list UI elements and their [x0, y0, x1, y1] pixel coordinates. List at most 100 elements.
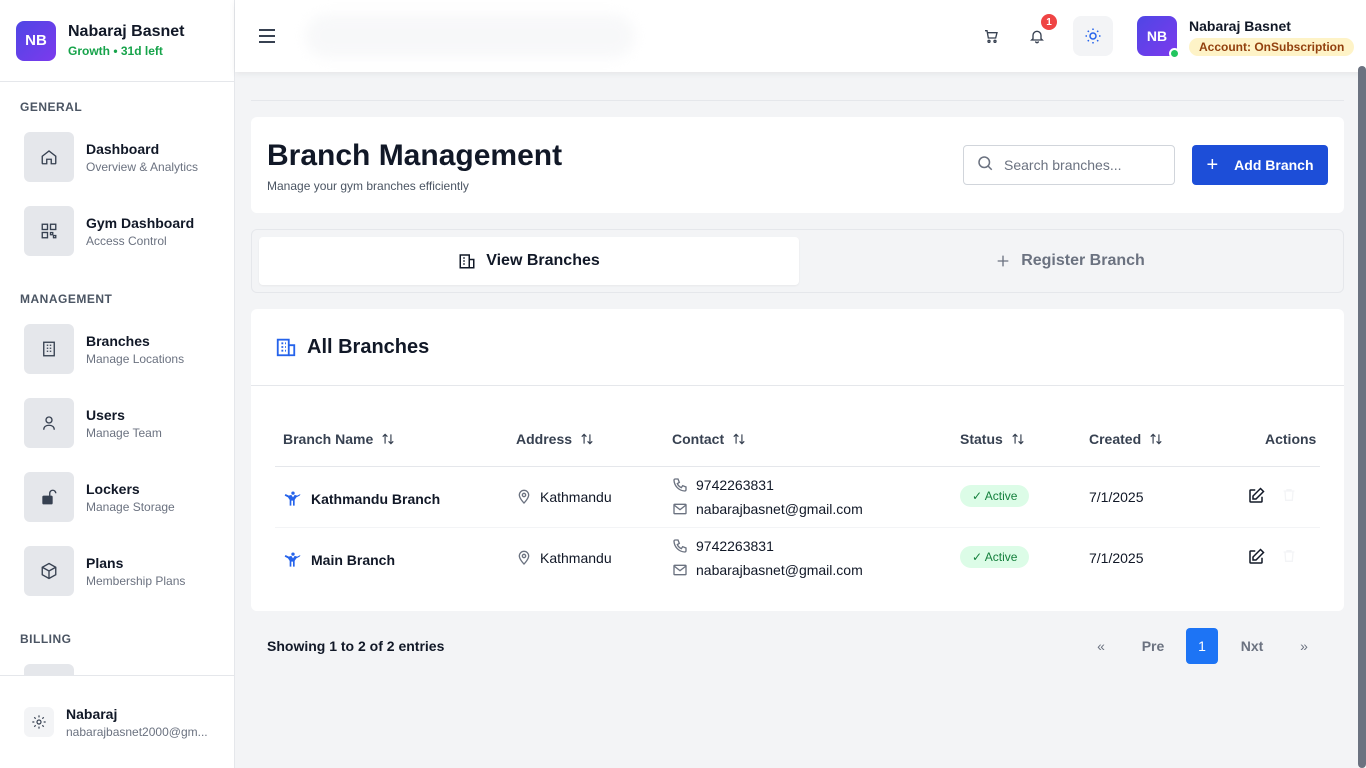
sun-icon[interactable] [1073, 16, 1113, 56]
top-bar: 1 NB Nabaraj Basnet Account: OnSubscript… [235, 0, 1366, 72]
add-branch-button[interactable]: + Add Branch [1192, 145, 1328, 185]
email-text: nabarajbasnet@gmail.com [696, 501, 863, 517]
box-icon [24, 546, 74, 596]
sidebar-item-branches[interactable]: Branches Manage Locations [24, 324, 219, 374]
table-row: Kathmandu Branch Kathmandu 9742263831 na… [275, 467, 1320, 528]
column-header-branch-name[interactable]: Branch Name [283, 431, 395, 447]
mail-icon [673, 564, 687, 576]
account-status-badge: Account: OnSubscription [1189, 38, 1355, 56]
brand-name: Nabaraj Basnet [68, 23, 185, 40]
table-title: All Branches [307, 335, 430, 358]
brand-plan: Growth • 31d left [68, 44, 163, 58]
pagination-first-button[interactable]: « [1089, 628, 1113, 664]
address-cell: Kathmandu [516, 489, 612, 505]
sidebar-item-lockers[interactable]: Lockers Manage Storage [24, 472, 219, 522]
tab-label: View Branches [486, 252, 600, 269]
sidebar-footer[interactable]: Nabaraj nabarajbasnet2000@gm... [0, 675, 234, 768]
sort-icon [1012, 433, 1024, 445]
delete-icon[interactable] [1281, 548, 1297, 564]
search-field[interactable] [1004, 157, 1164, 173]
status-badge: ✓ Active [960, 485, 1030, 507]
sidebar-item-dashboard[interactable]: Dashboard Overview & Analytics [24, 132, 219, 182]
search-input[interactable] [963, 145, 1175, 185]
sidebar-item-label: Plans [86, 554, 124, 571]
sidebar-item-gym-dashboard[interactable]: Gym Dashboard Access Control [24, 206, 219, 256]
pagination-last-button[interactable]: » [1292, 628, 1316, 664]
sidebar-item-sub: Manage Storage [86, 499, 175, 514]
blurred-search [305, 14, 635, 58]
plus-icon [997, 255, 1009, 267]
status-cell: ✓ Active [960, 485, 1030, 507]
branches-table-card: All Branches Branch Name Address Contact… [251, 309, 1344, 611]
column-label: Actions [1265, 431, 1317, 447]
sidebar-item-plans[interactable]: Plans Membership Plans [24, 546, 219, 596]
cart-icon[interactable] [977, 22, 1005, 50]
avatar[interactable]: NB [1137, 16, 1180, 59]
phone-text: 9742263831 [696, 538, 774, 554]
email-cell: nabarajbasnet@gmail.com [672, 562, 863, 578]
pagination-page-1[interactable]: 1 [1186, 628, 1218, 664]
sort-icon [382, 433, 394, 445]
add-branch-label: Add Branch [1234, 157, 1314, 173]
pagination-info: Showing 1 to 2 of 2 entries [267, 638, 445, 654]
edit-icon[interactable] [1247, 548, 1265, 566]
table-column-headers: Branch Name Address Contact Status Creat… [275, 415, 1320, 467]
qr-icon [24, 206, 74, 256]
column-header-actions: Actions [1265, 431, 1316, 447]
tab-register-branch[interactable]: Register Branch [800, 237, 1340, 285]
sidebar-item-users[interactable]: Users Manage Team [24, 398, 219, 448]
section-billing: BILLING [20, 632, 72, 646]
created-cell: 7/1/2025 [1089, 550, 1144, 566]
tab-view-branches[interactable]: View Branches [259, 237, 799, 285]
bell-icon[interactable]: 1 [1023, 14, 1057, 50]
table-header: All Branches [251, 309, 1344, 386]
brand-avatar: NB [16, 20, 56, 61]
branch-name-cell: Main Branch [283, 550, 395, 570]
column-label: Status [960, 431, 1003, 447]
address-text: Kathmandu [540, 550, 612, 566]
mail-icon [673, 503, 687, 515]
footer-user-email: nabarajbasnet2000@gm... [66, 724, 208, 739]
column-header-status[interactable]: Status [960, 431, 1025, 447]
menu-icon[interactable] [257, 26, 277, 46]
sort-icon [1150, 433, 1162, 445]
pagination-prev-button[interactable]: Pre [1135, 628, 1171, 664]
search-icon [976, 154, 994, 177]
status-badge: ✓ Active [960, 546, 1030, 568]
sort-icon [733, 433, 745, 445]
phone-cell: 9742263831 [672, 477, 774, 493]
tab-bar: View Branches Register Branch [251, 229, 1344, 293]
section-general: GENERAL [20, 100, 83, 114]
header-user-name: Nabaraj Basnet [1189, 18, 1291, 34]
email-cell: nabarajbasnet@gmail.com [672, 501, 863, 517]
map-pin-icon [518, 550, 530, 565]
brand: NB Nabaraj Basnet Growth • 31d left [0, 0, 234, 82]
column-header-contact[interactable]: Contact [672, 431, 746, 447]
page-title: Branch Management [267, 139, 563, 172]
user-icon [24, 398, 74, 448]
avatar-initials: NB [1146, 28, 1168, 44]
delete-icon[interactable] [1281, 487, 1297, 503]
home-icon [24, 132, 74, 182]
gear-icon[interactable] [24, 707, 54, 737]
pagination-next-button[interactable]: Nxt [1234, 628, 1270, 664]
column-header-created[interactable]: Created [1089, 431, 1163, 447]
fitness-icon [284, 552, 301, 567]
sidebar: NB Nabaraj Basnet Growth • 31d left GENE… [0, 0, 235, 768]
sidebar-item-sub: Manage Team [86, 425, 162, 440]
status-text: Active [984, 550, 1018, 564]
plus-icon: + [1206, 153, 1219, 176]
created-cell: 7/1/2025 [1089, 489, 1144, 505]
footer-user-name: Nabaraj [66, 705, 118, 722]
building-icon [24, 324, 74, 374]
sidebar-item-label: Branches [86, 332, 150, 349]
status-text: Active [984, 489, 1018, 503]
vertical-scrollbar[interactable] [1358, 66, 1366, 768]
edit-icon[interactable] [1247, 487, 1265, 505]
column-header-address[interactable]: Address [516, 431, 594, 447]
phone-text: 9742263831 [696, 477, 774, 493]
column-label: Contact [672, 431, 725, 447]
sidebar-item-sub: Overview & Analytics [86, 159, 199, 174]
phone-icon [673, 539, 687, 553]
building-icon [276, 338, 296, 357]
